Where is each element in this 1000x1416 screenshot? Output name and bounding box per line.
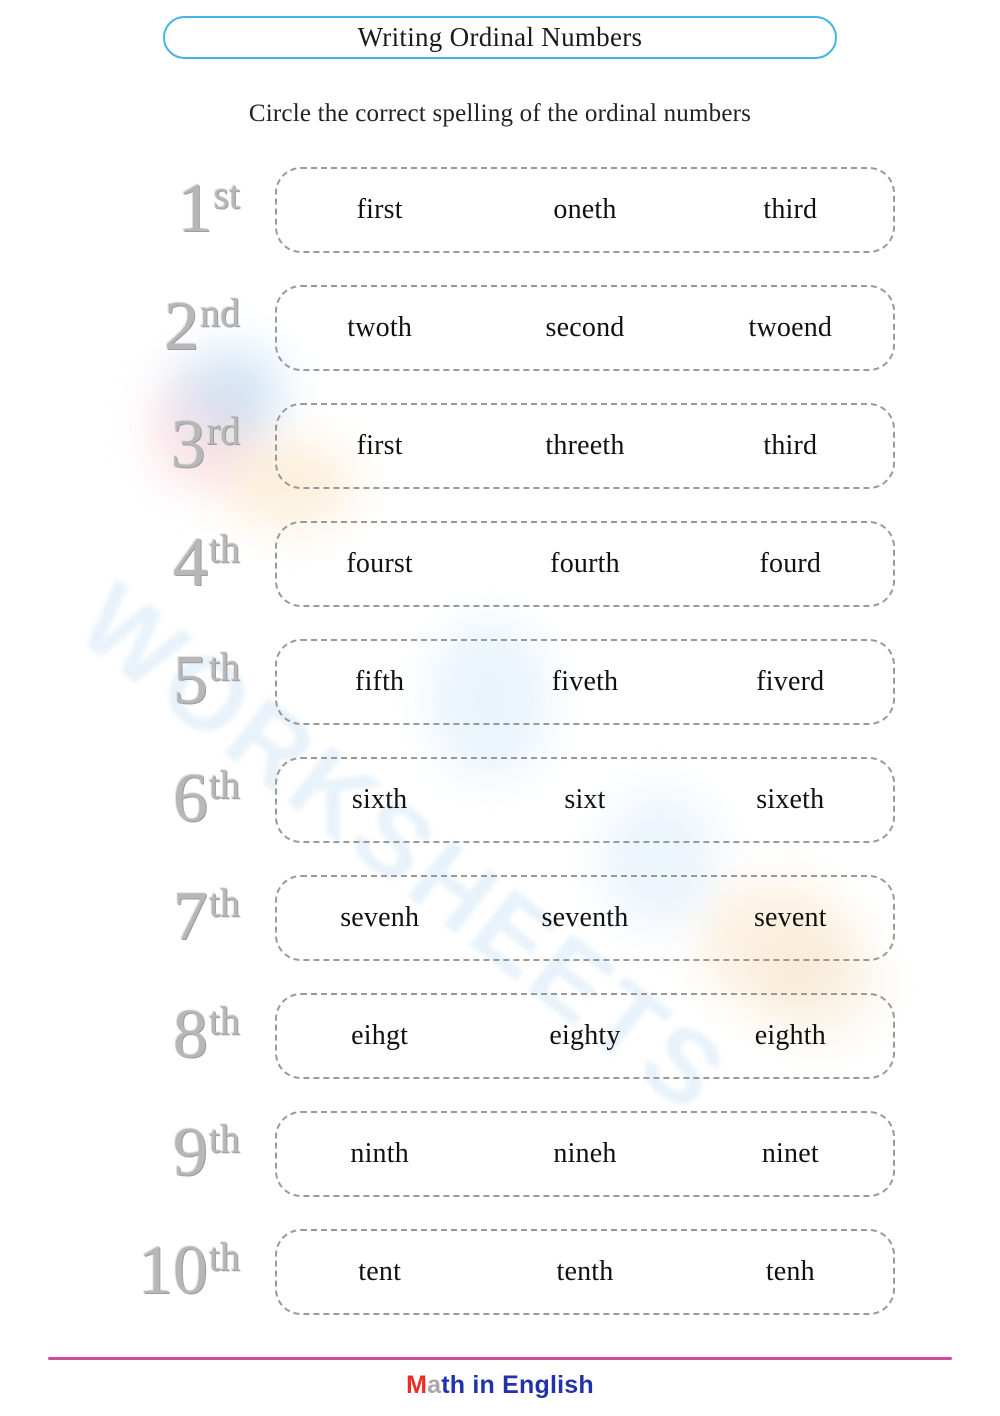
answer-choice[interactable]: sixeth — [688, 786, 893, 814]
answer-choice-box: fifth fiveth fiverd — [275, 639, 895, 725]
instruction-text: Circle the correct spelling of the ordin… — [248, 100, 752, 127]
page-title: Writing Ordinal Numbers — [357, 22, 643, 52]
ordinal-suffix: th — [208, 1234, 240, 1279]
answer-choice-box: sevenh seventh sevent — [275, 875, 895, 961]
answer-choice[interactable]: fourth — [482, 550, 687, 578]
brand-letter-a: a — [427, 1371, 442, 1399]
answer-choice[interactable]: fourd — [688, 550, 893, 578]
answer-choice-box: first threeth third — [275, 403, 895, 489]
ordinal-label: 4th — [0, 515, 248, 611]
answer-choice[interactable]: fiveth — [482, 668, 687, 696]
ordinal-suffix: th — [208, 880, 240, 925]
answer-choice-box: eihgt eighty eighth — [275, 993, 895, 1079]
ordinal-suffix: th — [208, 526, 240, 571]
ordinal-suffix: rd — [206, 408, 240, 453]
ordinal-number: 3 — [170, 406, 206, 483]
ordinal-suffix: th — [208, 1116, 240, 1161]
exercise-row: 8th eihgt eighty eighth — [0, 993, 1000, 1079]
exercise-row: 5th fifth fiveth fiverd — [0, 639, 1000, 725]
exercise-row: 3rd first threeth third — [0, 403, 1000, 489]
ordinal-number: 1 — [177, 170, 213, 247]
answer-choice[interactable]: fifth — [277, 668, 482, 696]
ordinal-label: 6th — [0, 751, 248, 847]
answer-choice[interactable]: tenth — [482, 1258, 687, 1286]
answer-choice-box: sixth sixt sixeth — [275, 757, 895, 843]
answer-choice-box: ninth nineh ninet — [275, 1111, 895, 1197]
answer-choice[interactable]: ninet — [688, 1140, 893, 1168]
answer-choice[interactable]: first — [277, 196, 482, 224]
ordinal-number: 5 — [172, 642, 208, 719]
ordinal-number: 9 — [172, 1114, 208, 1191]
ordinal-suffix: th — [208, 644, 240, 689]
answer-choice[interactable]: tent — [277, 1258, 482, 1286]
worksheet-page: Writing Ordinal Numbers Circle the corre… — [0, 0, 1000, 1416]
ordinal-suffix: th — [208, 762, 240, 807]
ordinal-label: 7th — [0, 869, 248, 965]
answer-choice-box: fourst fourth fourd — [275, 521, 895, 607]
answer-choice-box: tent tenth tenh — [275, 1229, 895, 1315]
answer-choice-box: twoth second twoend — [275, 285, 895, 371]
answer-choice[interactable]: oneth — [482, 196, 687, 224]
answer-choice[interactable]: third — [688, 196, 893, 224]
answer-choice[interactable]: sevenh — [277, 904, 482, 932]
answer-choice[interactable]: fiverd — [688, 668, 893, 696]
footer-divider — [48, 1357, 952, 1360]
ordinal-number: 10 — [137, 1232, 208, 1309]
ordinal-label: 1st — [0, 161, 248, 257]
ordinal-label: 5th — [0, 633, 248, 729]
exercise-row: 1st first oneth third — [0, 167, 1000, 253]
ordinal-number: 7 — [172, 878, 208, 955]
answer-choice[interactable]: eighth — [688, 1022, 893, 1050]
answer-choice[interactable]: tenh — [688, 1258, 893, 1286]
ordinal-label: 2nd — [0, 279, 248, 375]
exercise-row: 4th fourst fourth fourd — [0, 521, 1000, 607]
ordinal-suffix: nd — [200, 290, 240, 335]
brand-letter-m: M — [406, 1371, 428, 1399]
ordinal-label: 8th — [0, 987, 248, 1083]
answer-choice[interactable]: eighty — [482, 1022, 687, 1050]
exercise-row: 2nd twoth second twoend — [0, 285, 1000, 371]
ordinal-suffix: st — [213, 172, 240, 217]
ordinal-number: 4 — [172, 524, 208, 601]
brand-text-rest: th in English — [441, 1371, 594, 1399]
ordinal-number: 6 — [172, 760, 208, 837]
answer-choice[interactable]: sixth — [277, 786, 482, 814]
exercise-row: 9th ninth nineh ninet — [0, 1111, 1000, 1197]
answer-choice[interactable]: twoth — [277, 314, 482, 342]
ordinal-number: 8 — [172, 996, 208, 1073]
answer-choice[interactable]: ninth — [277, 1140, 482, 1168]
answer-choice[interactable]: twoend — [688, 314, 893, 342]
footer-brand: Math in English — [0, 1373, 1000, 1398]
exercise-row: 10th tent tenth tenh — [0, 1229, 1000, 1315]
exercise-row: 6th sixth sixt sixeth — [0, 757, 1000, 843]
ordinal-label: 10th — [0, 1223, 248, 1319]
answer-choice[interactable]: threeth — [482, 432, 687, 460]
answer-choice[interactable]: third — [688, 432, 893, 460]
answer-choice[interactable]: seventh — [482, 904, 687, 932]
answer-choice[interactable]: eihgt — [277, 1022, 482, 1050]
answer-choice[interactable]: sixt — [482, 786, 687, 814]
worksheet-title-box: Writing Ordinal Numbers — [163, 16, 837, 59]
answer-choice[interactable]: second — [482, 314, 687, 342]
answer-choice[interactable]: fourst — [277, 550, 482, 578]
exercise-row: 7th sevenh seventh sevent — [0, 875, 1000, 961]
ordinal-number: 2 — [164, 288, 199, 365]
ordinal-label: 9th — [0, 1105, 248, 1201]
ordinal-suffix: th — [208, 998, 240, 1043]
answer-choice[interactable]: nineh — [482, 1140, 687, 1168]
ordinal-label: 3rd — [0, 397, 248, 493]
answer-choice-box: first oneth third — [275, 167, 895, 253]
answer-choice[interactable]: sevent — [688, 904, 893, 932]
answer-choice[interactable]: first — [277, 432, 482, 460]
